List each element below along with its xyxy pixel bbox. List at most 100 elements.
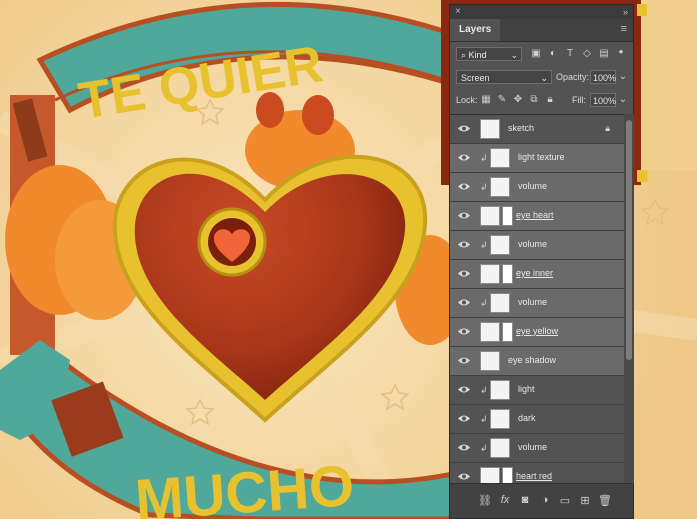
fill-input[interactable]: 100% <box>590 93 616 107</box>
layers-bottom-bar: ⛓ fx ◙ ◑ ▭ ⊞ 🗑︎ <box>450 483 633 518</box>
layer-name[interactable]: eye inner <box>516 268 553 278</box>
layer-row[interactable]: ↲ light <box>450 376 624 405</box>
lock-paint-icon[interactable]: ✎ <box>496 94 508 106</box>
layer-row[interactable]: eye inner <box>450 260 624 289</box>
link-icon[interactable]: ⛓ <box>478 494 492 507</box>
layer-row[interactable]: ↲ dark <box>450 405 624 434</box>
layer-row[interactable]: eye heart <box>450 202 624 231</box>
adjustment-filter-icon[interactable]: ◐ <box>547 48 559 60</box>
kind-filter-select[interactable]: ⌕ Kind ⌄ <box>456 47 522 61</box>
eye-visibility-icon[interactable] <box>458 124 470 133</box>
layer-thumbnail <box>490 380 510 400</box>
layer-name[interactable]: light texture <box>518 152 565 162</box>
eye-visibility-icon[interactable] <box>458 472 470 481</box>
layer-mask-thumbnail[interactable] <box>502 264 513 284</box>
close-icon[interactable]: × <box>455 5 461 19</box>
layer-name[interactable]: volume <box>518 239 547 249</box>
layer-row[interactable]: eye yellow <box>450 318 624 347</box>
eye-visibility-icon[interactable] <box>458 385 470 394</box>
shape-filter-icon[interactable]: ◇ <box>581 48 593 60</box>
type-filter-icon[interactable]: T <box>564 48 576 60</box>
layer-thumbnail <box>480 206 500 226</box>
eye-visibility-icon[interactable] <box>458 211 470 220</box>
blend-mode-select[interactable]: Screen ⌄ <box>456 70 552 84</box>
eye-visibility-icon[interactable] <box>458 240 470 249</box>
clipping-mask-icon: ↲ <box>480 443 488 453</box>
lock-row: Lock: ▦ ✎ ✥ ⧉ 🔒︎ Fill: 100% ⌄ <box>450 88 633 112</box>
lock-artboard-icon[interactable]: ⧉ <box>528 94 540 106</box>
layer-name[interactable]: sketch <box>508 123 534 133</box>
pixel-filter-icon[interactable]: ▣ <box>530 48 542 60</box>
eye-visibility-icon[interactable] <box>458 298 470 307</box>
eye-visibility-icon[interactable] <box>458 269 470 278</box>
layer-lock-icon: 🔒︎ <box>605 123 610 133</box>
eye-visibility-icon[interactable] <box>458 414 470 423</box>
eye-visibility-icon[interactable] <box>458 182 470 191</box>
layer-name[interactable]: light <box>518 384 535 394</box>
mask-icon[interactable]: ◙ <box>518 494 532 506</box>
layer-row[interactable]: ↲ volume <box>450 289 624 318</box>
lock-transparency-icon[interactable]: ▦ <box>480 94 492 106</box>
layer-thumbnail <box>480 264 500 284</box>
layer-row[interactable]: ↲ volume <box>450 434 624 463</box>
clipping-mask-icon: ↲ <box>480 385 488 395</box>
layer-name[interactable]: dark <box>518 413 536 423</box>
layer-thumbnail <box>490 409 510 429</box>
fill-label: Fill: <box>572 95 586 105</box>
layer-mask-thumbnail[interactable] <box>502 322 513 342</box>
collapse-icon[interactable]: » <box>623 5 628 19</box>
search-icon: ⌕ <box>461 50 469 60</box>
layer-name[interactable]: eye shadow <box>508 355 556 365</box>
lock-all-icon[interactable]: 🔒︎ <box>544 94 556 106</box>
layer-name[interactable]: eye heart <box>516 210 554 220</box>
layer-name[interactable]: volume <box>518 297 547 307</box>
clipping-mask-icon: ↲ <box>480 153 488 163</box>
layer-row[interactable]: ↲ volume <box>450 231 624 260</box>
lock-position-icon[interactable]: ✥ <box>512 94 524 106</box>
eye-visibility-icon[interactable] <box>458 443 470 452</box>
layer-thumbnail <box>490 293 510 313</box>
layer-thumbnail <box>490 148 510 168</box>
layers-scrollbar[interactable] <box>624 114 634 484</box>
layer-row[interactable]: heart red <box>450 463 624 485</box>
new-layer-icon[interactable]: ⊞ <box>578 494 592 507</box>
right-bg-strip <box>640 0 697 170</box>
layer-name[interactable]: eye yellow <box>516 326 558 336</box>
layer-name[interactable]: volume <box>518 181 547 191</box>
blend-row: Screen ⌄ Opacity: 100% ⌄ <box>450 66 633 88</box>
filter-row: ⌕ Kind ⌄ ▣ ◐ T ◇ ▤ ● <box>450 42 633 66</box>
lock-label: Lock: <box>456 95 478 105</box>
layer-thumbnail <box>490 438 510 458</box>
opacity-dropdown-icon[interactable]: ⌄ <box>617 71 629 83</box>
opacity-input[interactable]: 100% <box>590 70 616 84</box>
filter-toggle-icon[interactable]: ● <box>615 46 627 58</box>
smart-object-filter-icon[interactable]: ▤ <box>598 48 610 60</box>
layer-name[interactable]: heart red <box>516 471 552 481</box>
opacity-label: Opacity: <box>556 72 590 82</box>
folder-icon[interactable]: ▭ <box>558 494 572 507</box>
clipping-mask-icon: ↲ <box>480 240 488 250</box>
frame-corner-top <box>637 4 647 16</box>
eye-visibility-icon[interactable] <box>458 356 470 365</box>
trash-icon[interactable]: 🗑︎ <box>598 494 612 507</box>
layer-row[interactable]: eye shadow <box>450 347 624 376</box>
layer-thumbnail <box>490 177 510 197</box>
layer-name[interactable]: volume <box>518 442 547 452</box>
eye-visibility-icon[interactable] <box>458 327 470 336</box>
eye-visibility-icon[interactable] <box>458 153 470 162</box>
layer-row[interactable]: sketch 🔒︎ <box>450 115 624 144</box>
panel-titlebar: × » <box>450 5 633 19</box>
layer-thumbnail <box>490 235 510 255</box>
fill-dropdown-icon[interactable]: ⌄ <box>617 94 629 106</box>
adjustment-icon[interactable]: ◑ <box>538 494 552 506</box>
panel-menu-icon[interactable]: ≡ <box>621 23 627 35</box>
layer-row[interactable]: ↲ light texture <box>450 144 624 173</box>
layer-mask-thumbnail[interactable] <box>502 206 513 226</box>
clipping-mask-icon: ↲ <box>480 182 488 192</box>
tab-layers[interactable]: Layers <box>450 19 501 41</box>
layer-row[interactable]: ↲ volume <box>450 173 624 202</box>
layer-thumbnail <box>480 119 500 139</box>
layers-panel: × » Layers ≡ ⌕ Kind ⌄ ▣ ◐ T ◇ ▤ ● Screen… <box>449 4 634 519</box>
scrollbar-thumb[interactable] <box>626 120 632 360</box>
fx-icon[interactable]: fx <box>498 494 512 506</box>
